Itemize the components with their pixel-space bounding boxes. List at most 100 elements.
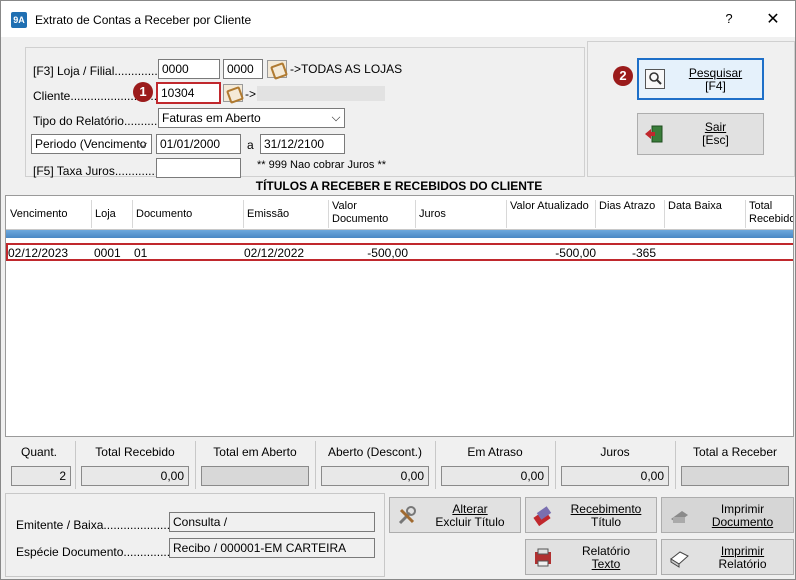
cell-valor-documento: -500,00: [367, 246, 408, 260]
loja-hint: ->TODAS AS LOJAS: [290, 62, 403, 76]
em-atraso-label: Em Atraso: [467, 445, 523, 459]
total-receber-value: [681, 466, 789, 486]
title-bar: 9A Extrato de Contas a Receber por Clien…: [1, 1, 795, 37]
imprimir-documento-label: Imprimir Documento: [694, 503, 791, 529]
col-header-juros[interactable]: Juros: [417, 200, 507, 228]
magnifier-icon: [645, 69, 665, 89]
alterar-label-line2: Excluir Título: [435, 515, 505, 529]
divider: [75, 441, 76, 489]
alterar-label: Alterar Excluir Título: [422, 503, 518, 529]
pesquisar-button[interactable]: Pesquisar [F4]: [637, 58, 764, 100]
col-header-valor-atualizado[interactable]: Valor Atualizado: [508, 200, 596, 228]
annotation-badge-1: 1: [133, 82, 153, 102]
grid-title: TÍTULOS A RECEBER E RECEBIDOS DO CLIENTE: [5, 179, 793, 195]
periodo-from-input[interactable]: 01/01/2000: [156, 134, 241, 154]
loja-label: [F3] Loja / Filial..............: [33, 64, 162, 78]
cell-loja: 0001: [94, 246, 121, 260]
col-header-valor-documento[interactable]: Valor Documento: [330, 200, 416, 228]
app-logo-icon: 9A: [11, 12, 27, 28]
imprimir-relatorio-label-line2: Relatório: [718, 557, 767, 571]
loja-to-input[interactable]: 0000: [223, 59, 263, 79]
cliente-name-display: [257, 86, 385, 101]
total-aberto-value: [201, 466, 309, 486]
imprimir-documento-button[interactable]: Imprimir Documento: [661, 497, 794, 533]
cell-dias-atrazo: -365: [631, 246, 656, 260]
juros-note: ** 999 Nao cobrar Juros **: [257, 159, 387, 171]
col-header-total-recebido[interactable]: Total Recebido: [747, 200, 793, 228]
periodo-select[interactable]: Periodo (Vencimento: [31, 134, 152, 154]
loja-lookup-icon[interactable]: [267, 60, 287, 78]
pesquisar-label-line1: Pesquisar: [688, 66, 743, 80]
relatorio-texto-label-line2: Texto: [591, 557, 621, 571]
grid-selection-band: [6, 230, 793, 238]
em-atraso-value: 0,00: [441, 466, 549, 486]
pesquisar-label: Pesquisar [F4]: [669, 67, 762, 93]
tipo-select-value: Faturas em Aberto: [162, 111, 261, 125]
especie-label: Espécie Documento...............: [16, 545, 174, 559]
alterar-label-line1: Alterar: [452, 502, 488, 516]
taxa-juros-label: [F5] Taxa Juros...............: [33, 164, 165, 178]
recebimento-label: Recebimento Título: [558, 503, 654, 529]
imprimir-documento-label-line1: Imprimir: [720, 502, 765, 516]
printer-icon: [671, 511, 688, 523]
col-header-loja[interactable]: Loja: [93, 200, 133, 228]
cell-documento: 01: [134, 246, 148, 260]
total-aberto-label: Total em Aberto: [213, 445, 297, 459]
aberto-descont-value: 0,00: [321, 466, 429, 486]
quant-value: 2: [11, 466, 71, 486]
titles-grid[interactable]: Vencimento Loja Documento Emissão Valor …: [5, 195, 794, 437]
divider: [555, 441, 556, 489]
sair-label-line2: [Esc]: [702, 133, 729, 147]
col-header-documento[interactable]: Documento: [134, 200, 244, 228]
total-recebido-value: 0,00: [81, 466, 189, 486]
tipo-select[interactable]: Faturas em Aberto: [158, 108, 345, 128]
relatorio-texto-button[interactable]: Relatório Texto: [525, 539, 657, 575]
report-printer-icon: [670, 551, 689, 568]
juros-total-label: Juros: [600, 445, 630, 459]
cliente-lookup-icon[interactable]: [223, 84, 243, 102]
especie-value: Recibo / 000001-EM CARTEIRA: [169, 538, 375, 558]
chevron-down-icon: [331, 112, 341, 122]
periodo-separator: a: [247, 138, 254, 152]
col-header-data-baixa[interactable]: Data Baixa: [666, 200, 746, 228]
imprimir-relatorio-button[interactable]: Imprimir Relatório: [661, 539, 794, 575]
cliente-input[interactable]: 10304: [156, 82, 221, 104]
text-printer-icon: [535, 548, 551, 567]
sair-label-line1: Sair: [704, 120, 727, 134]
payment-icon: [533, 506, 552, 527]
col-header-vencimento[interactable]: Vencimento: [8, 200, 92, 228]
periodo-to-input[interactable]: 31/12/2100: [260, 134, 345, 154]
col-header-emissao[interactable]: Emissão: [245, 200, 329, 228]
emitente-value: Consulta /: [169, 512, 375, 532]
quant-label: Quant.: [20, 445, 58, 459]
total-recebido-label: Total Recebido: [95, 445, 175, 459]
exit-door-icon: [644, 124, 664, 144]
periodo-select-value: Periodo (Vencimento: [35, 137, 147, 151]
cell-vencimento: 02/12/2023: [8, 246, 69, 260]
tools-icon: [398, 506, 416, 525]
help-button[interactable]: ?: [719, 11, 739, 31]
cliente-hint: ->: [245, 87, 257, 101]
taxa-juros-input[interactable]: [156, 158, 241, 178]
divider: [195, 441, 196, 489]
loja-from-input[interactable]: 0000: [158, 59, 220, 79]
tipo-label: Tipo do Relatório...............: [33, 114, 174, 128]
table-row[interactable]: 02/12/2023 0001 01 02/12/2022 -500,00 -5…: [6, 243, 793, 261]
imprimir-relatorio-label: Imprimir Relatório: [694, 545, 791, 571]
divider: [675, 441, 676, 489]
imprimir-relatorio-label-line1: Imprimir: [720, 544, 765, 558]
document-info-panel: Emitente / Baixa...................... C…: [5, 493, 385, 577]
relatorio-texto-label-line1: Relatório: [581, 544, 631, 558]
window-title: Extrato de Contas a Receber por Cliente: [35, 13, 252, 27]
sair-button[interactable]: Sair [Esc]: [637, 113, 764, 155]
cell-emissao: 02/12/2022: [244, 246, 305, 260]
col-header-dias-atrazo[interactable]: Dias Atrazo: [597, 200, 665, 228]
recebimento-label-line1: Recebimento: [570, 502, 642, 516]
close-button[interactable]: ✕: [761, 9, 785, 33]
aberto-descont-label: Aberto (Descont.): [327, 445, 423, 459]
recebimento-label-line2: Título: [590, 515, 621, 529]
annotation-badge-2: 2: [613, 66, 633, 86]
grid-header: Vencimento Loja Documento Emissão Valor …: [6, 196, 793, 230]
alterar-excluir-button[interactable]: Alterar Excluir Título: [389, 497, 521, 533]
recebimento-titulo-button[interactable]: Recebimento Título: [525, 497, 657, 533]
